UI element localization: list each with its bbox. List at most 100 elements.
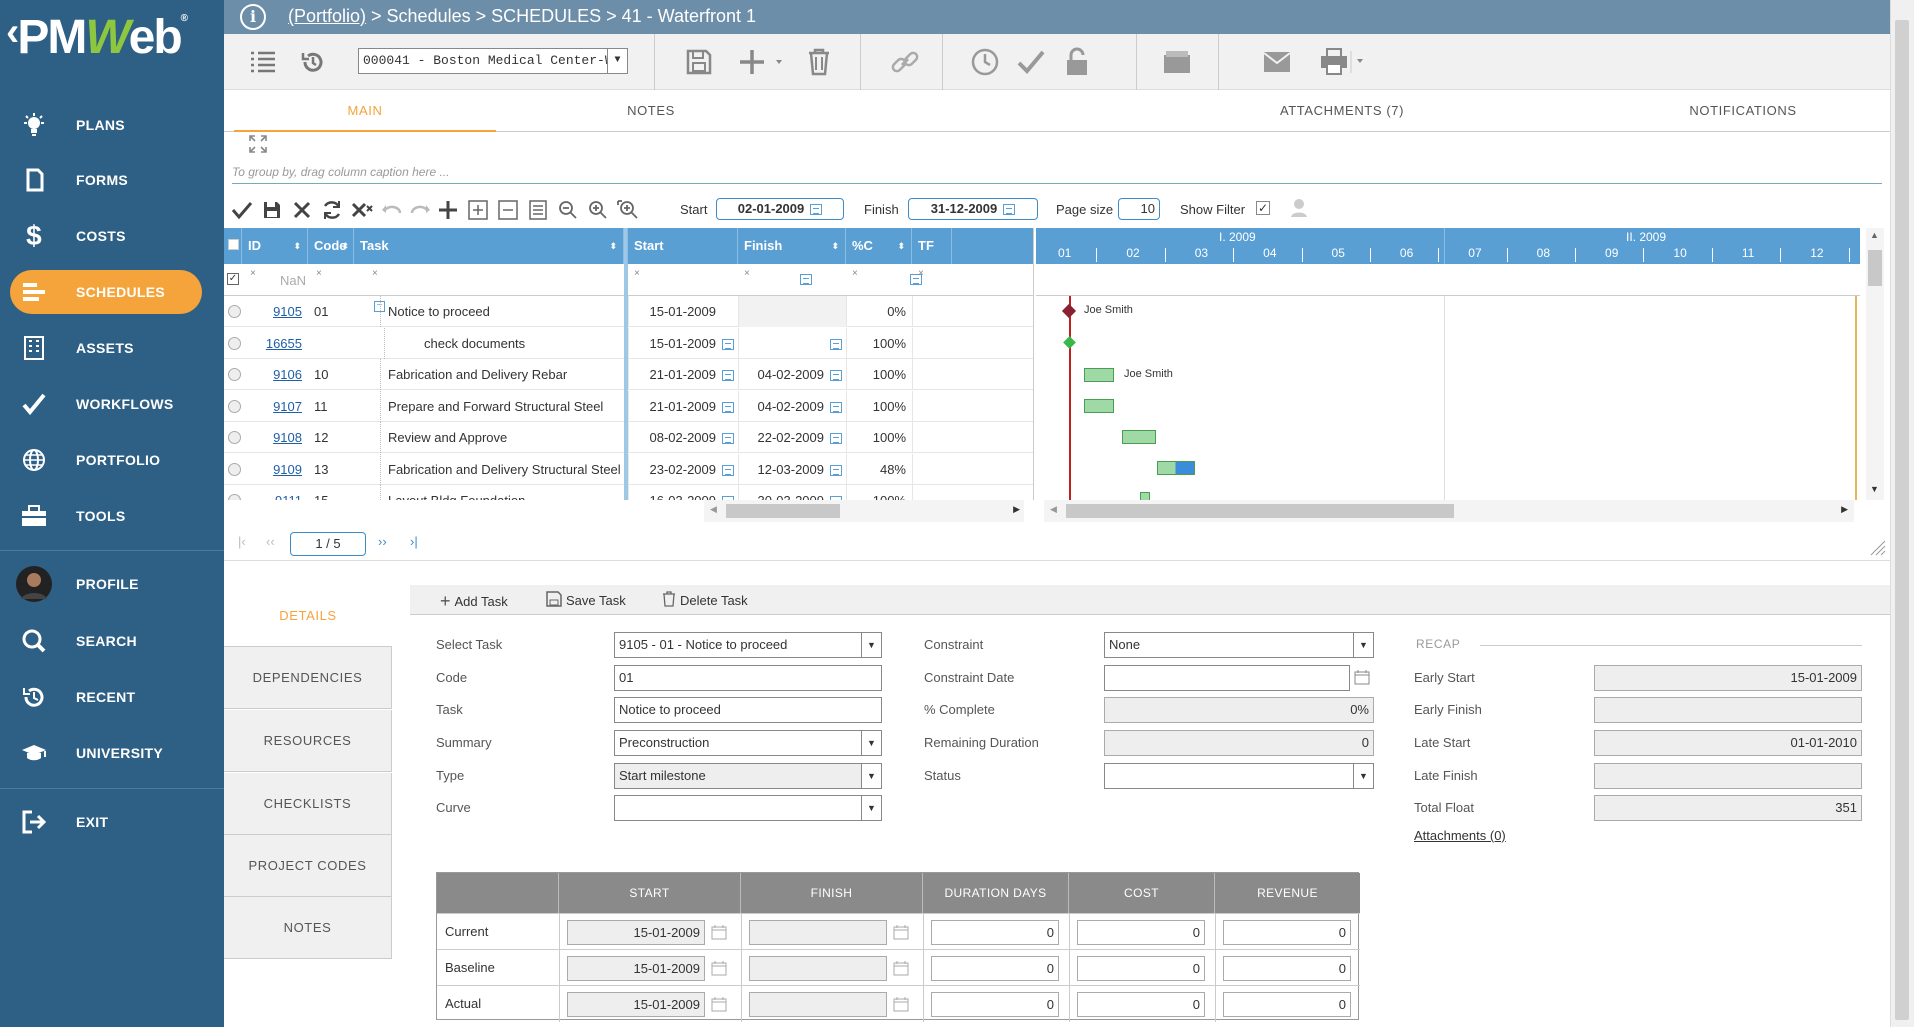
remaining-duration-input[interactable]: 0 — [1104, 730, 1374, 756]
calendar-icon[interactable] — [722, 338, 734, 350]
history-icon[interactable] — [298, 46, 328, 78]
select-all-checkbox[interactable] — [224, 228, 242, 264]
nav-search[interactable]: SEARCH — [10, 619, 202, 663]
gantt-hscroll[interactable]: ◀ ▶ — [1044, 500, 1854, 522]
calendar-icon[interactable] — [722, 370, 734, 381]
calendar-icon[interactable] — [711, 960, 729, 978]
table-row[interactable]: 9109 13 Fabrication and Delivery Structura… — [224, 453, 1033, 485]
calendar-icon[interactable] — [893, 960, 911, 978]
grid-hscroll-thumb[interactable] — [726, 504, 840, 518]
task-id-link[interactable]: 9106 — [273, 367, 302, 382]
last-page-icon[interactable]: ›| — [410, 534, 418, 549]
side-tab-resources[interactable]: RESOURCES — [224, 710, 392, 772]
table-row[interactable]: 9111 15 Layout Bldg Foundation 16-03-2009 30… — [224, 485, 1033, 500]
code-input[interactable]: 01 — [614, 665, 882, 691]
chevron-down-icon[interactable]: ▼ — [1353, 764, 1373, 788]
next-page-icon[interactable]: ›› — [378, 534, 387, 549]
nav-recent[interactable]: RECENT — [10, 675, 202, 719]
select-task-dropdown[interactable]: 9105 - 01 - Notice to proceed ▼ — [614, 632, 882, 658]
constraint-dropdown[interactable]: None ▼ — [1104, 632, 1374, 658]
gantt-bar[interactable] — [1140, 492, 1150, 500]
back-chevron-icon[interactable]: ‹ — [6, 10, 19, 54]
finish-cell[interactable] — [749, 920, 887, 945]
nav-profile[interactable]: PROFILE — [10, 562, 202, 606]
nav-forms[interactable]: FORMS — [10, 158, 202, 202]
chevron-down-icon[interactable]: ▼ — [861, 764, 881, 788]
revenue-cell[interactable]: 0 — [1223, 956, 1351, 981]
nav-portfolio[interactable]: PORTFOLIO — [10, 438, 202, 482]
task-id-link[interactable]: 9105 — [273, 304, 302, 319]
col-start-header[interactable]: Start — [628, 228, 738, 264]
early-finish-input[interactable] — [1594, 697, 1862, 723]
nav-assets[interactable]: ASSETS — [10, 326, 202, 370]
row-radio[interactable] — [228, 399, 241, 413]
duration-cell[interactable]: 0 — [931, 956, 1059, 981]
task-id-link[interactable]: 9109 — [273, 462, 302, 477]
calendar-icon[interactable] — [830, 433, 842, 444]
task-id-link[interactable]: 9108 — [273, 430, 302, 445]
tab-notes[interactable]: NOTES — [520, 90, 782, 132]
calendar-icon[interactable] — [830, 401, 842, 413]
col-id-header[interactable]: ID ⬍ — [242, 228, 308, 264]
breadcrumb-portfolio-link[interactable]: (Portfolio) — [288, 6, 366, 26]
zoom-out-icon[interactable] — [556, 198, 580, 222]
save-task-button[interactable]: Save Task — [546, 591, 626, 610]
task-id-link[interactable]: 16655 — [266, 336, 302, 351]
filter-clear-icon[interactable]: × — [316, 268, 322, 279]
chevron-down-icon[interactable]: ▼ — [1353, 633, 1373, 657]
finish-date-input[interactable]: 31-12-2009 — [908, 198, 1038, 220]
print-icon[interactable] — [1318, 46, 1372, 78]
calendar-icon[interactable] — [810, 204, 823, 215]
cost-cell[interactable]: 0 — [1077, 992, 1205, 1017]
pmweb-logo[interactable]: ‹PMWeb® — [6, 10, 216, 64]
unlock-icon[interactable] — [1062, 46, 1092, 78]
task-id-link[interactable]: 9107 — [273, 399, 302, 414]
page-scrollbar[interactable] — [1890, 0, 1914, 1027]
filter-clear-icon[interactable]: × — [918, 268, 924, 279]
calendar-icon[interactable] — [722, 433, 734, 444]
gantt-bar[interactable] — [1157, 461, 1195, 475]
row-radio[interactable] — [228, 305, 241, 318]
gantt-hscroll-thumb[interactable] — [1066, 504, 1454, 518]
project-select[interactable]: 000041 - Boston Medical Center-Wat ▼ — [358, 48, 628, 74]
approve-check-icon[interactable] — [1014, 46, 1048, 78]
start-cell[interactable]: 15-01-2009 — [567, 920, 705, 945]
expand-all-icon[interactable] — [466, 198, 490, 222]
user-icon[interactable] — [1290, 198, 1310, 218]
page-size-input[interactable]: 10 — [1118, 198, 1160, 220]
row-radio[interactable] — [228, 462, 241, 476]
link-icon[interactable] — [888, 46, 922, 78]
tab-attachments[interactable]: ATTACHMENTS (7) — [1092, 90, 1592, 132]
nav-plans[interactable]: PLANS — [10, 103, 202, 147]
page-scrollbar-thumb[interactable] — [1895, 20, 1909, 1020]
duration-cell[interactable]: 0 — [931, 920, 1059, 945]
row-radio[interactable] — [228, 336, 241, 350]
calendar-icon[interactable] — [722, 464, 734, 476]
gantt-vscroll-thumb[interactable] — [1868, 250, 1882, 286]
group-by-hint[interactable]: To group by, drag column caption here ..… — [232, 160, 1882, 184]
total-float-input[interactable]: 351 — [1594, 795, 1862, 821]
revenue-cell[interactable]: 0 — [1223, 920, 1351, 945]
side-tab-dependencies[interactable]: DEPENDENCIES — [224, 647, 392, 709]
calendar-icon[interactable] — [830, 370, 842, 381]
chevron-down-icon[interactable]: ▼ — [861, 633, 881, 657]
start-date-input[interactable]: 02-01-2009 — [716, 198, 844, 220]
side-tab-checklists[interactable]: CHECKLISTS — [224, 773, 392, 835]
grid-hscroll[interactable]: ◀ ▶ — [704, 500, 1024, 522]
nav-tools[interactable]: TOOLS — [10, 494, 202, 538]
filter-clear-icon[interactable]: × — [372, 268, 378, 279]
col-code-header[interactable]: Code ⬍ — [308, 228, 354, 264]
milestone-marker[interactable] — [1063, 336, 1076, 349]
start-cell[interactable]: 15-01-2009 — [567, 992, 705, 1017]
clock-icon[interactable] — [968, 46, 1002, 78]
chevron-down-icon[interactable]: ▼ — [861, 731, 881, 755]
row-radio[interactable] — [228, 368, 241, 381]
notes-icon[interactable] — [526, 198, 550, 222]
task-input[interactable]: Notice to proceed — [614, 697, 882, 723]
nav-university[interactable]: UNIVERSITY — [10, 731, 202, 775]
side-tab-project-codes[interactable]: PROJECT CODES — [224, 835, 392, 897]
filter-clear-icon[interactable]: × — [634, 268, 640, 279]
chevron-down-icon[interactable]: ▼ — [607, 49, 627, 73]
col-tf-header[interactable]: TF — [912, 228, 952, 264]
undo-icon[interactable] — [380, 198, 404, 222]
